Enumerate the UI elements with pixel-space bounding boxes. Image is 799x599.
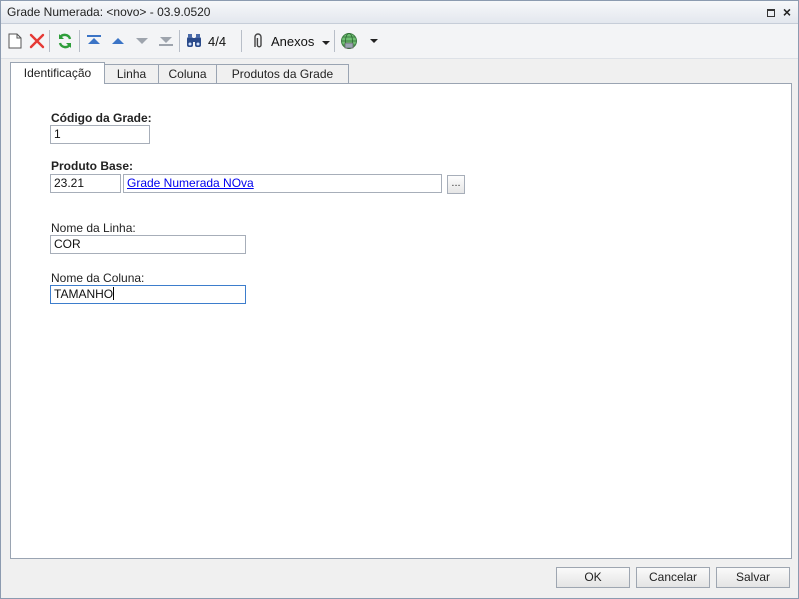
cancel-button[interactable]: Cancelar bbox=[636, 567, 710, 588]
refresh-icon[interactable] bbox=[56, 32, 74, 50]
tab-linha[interactable]: Linha bbox=[104, 64, 159, 83]
restore-icon[interactable] bbox=[765, 6, 777, 18]
nome-linha-label: Nome da Linha: bbox=[51, 221, 136, 235]
dialog-window: Grade Numerada: <novo> - 03.9.0520 × 4/4… bbox=[0, 0, 799, 599]
toolbar-separator bbox=[334, 30, 335, 52]
previous-record-icon[interactable] bbox=[109, 32, 127, 50]
nome-linha-field[interactable]: COR bbox=[50, 235, 246, 254]
produto-code-field[interactable]: 23.21 bbox=[50, 174, 121, 193]
last-record-icon[interactable] bbox=[157, 32, 175, 50]
produto-name-link[interactable]: Grade Numerada NOva bbox=[127, 176, 254, 190]
globe-dropdown-icon[interactable] bbox=[370, 39, 378, 43]
binoculars-icon[interactable] bbox=[185, 32, 203, 50]
tab-produtos-da-grade[interactable]: Produtos da Grade bbox=[216, 64, 349, 83]
lookup-button[interactable]: ... bbox=[447, 175, 465, 194]
first-record-icon[interactable] bbox=[85, 32, 103, 50]
tab-strip: Identificação Linha Coluna Produtos da G… bbox=[10, 62, 791, 84]
toolbar-separator bbox=[49, 30, 50, 52]
codigo-field[interactable]: 1 bbox=[50, 125, 150, 144]
tab-coluna[interactable]: Coluna bbox=[158, 64, 217, 83]
title-bar: Grade Numerada: <novo> - 03.9.0520 × bbox=[1, 1, 798, 24]
next-record-icon[interactable] bbox=[133, 32, 151, 50]
tab-content-panel: Código da Grade: 1 Produto Base: 23.21 G… bbox=[10, 83, 792, 559]
nome-coluna-field[interactable]: TAMANHO bbox=[50, 285, 246, 304]
produto-name-field[interactable]: Grade Numerada NOva bbox=[123, 174, 442, 193]
new-document-icon[interactable] bbox=[6, 32, 24, 50]
close-icon[interactable]: × bbox=[781, 5, 793, 19]
codigo-label: Código da Grade: bbox=[51, 111, 152, 125]
ok-button[interactable]: OK bbox=[556, 567, 630, 588]
nome-coluna-label: Nome da Coluna: bbox=[51, 271, 145, 285]
delete-icon[interactable] bbox=[28, 32, 46, 50]
toolbar: 4/4 Anexos bbox=[1, 24, 798, 59]
toolbar-separator bbox=[79, 30, 80, 52]
save-button[interactable]: Salvar bbox=[716, 567, 790, 588]
record-count: 4/4 bbox=[208, 34, 227, 49]
toolbar-separator bbox=[179, 30, 180, 52]
text-cursor bbox=[113, 287, 115, 300]
toolbar-separator bbox=[241, 30, 242, 52]
tab-identificacao[interactable]: Identificação bbox=[10, 62, 105, 84]
globe-icon[interactable] bbox=[340, 32, 358, 50]
produto-base-label: Produto Base: bbox=[51, 159, 134, 173]
anexos-dropdown-icon[interactable] bbox=[322, 41, 330, 45]
anexos-button[interactable]: Anexos bbox=[271, 34, 314, 49]
window-title: Grade Numerada: <novo> - 03.9.0520 bbox=[7, 5, 211, 19]
nome-coluna-value: TAMANHO bbox=[54, 287, 114, 301]
paperclip-icon[interactable] bbox=[249, 32, 267, 50]
